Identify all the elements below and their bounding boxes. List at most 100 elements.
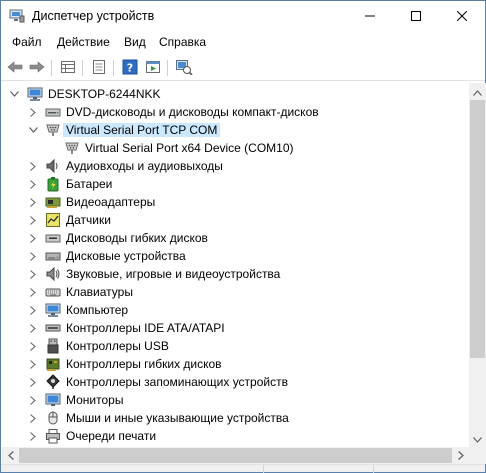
- minimize-button[interactable]: [347, 1, 393, 31]
- tree-item-label: Дисководы гибких дисков: [66, 231, 208, 245]
- tree-item-label: Клавиатуры: [66, 285, 133, 299]
- tree-item-dvd[interactable]: DVD-дисководы и дисководы компакт-дисков: [2, 103, 469, 121]
- back-button[interactable]: [5, 58, 25, 78]
- tree-item-storage-controllers[interactable]: Контроллеры запоминающих устройств: [2, 373, 469, 391]
- dvd-drive-icon: [45, 104, 61, 120]
- expand-arrow-icon[interactable]: [27, 231, 39, 245]
- forward-button[interactable]: [27, 58, 47, 78]
- tree-item-label: Контроллеры USB: [66, 339, 169, 353]
- device-tree[interactable]: DESKTOP-6244NKK DVD-дисководы и дисковод…: [2, 83, 469, 447]
- tree-root-label: DESKTOP-6244NKK: [48, 87, 161, 101]
- tree-item-label: DVD-дисководы и дисководы компакт-дисков: [66, 105, 319, 119]
- expand-arrow-icon[interactable]: [27, 339, 39, 353]
- show-hidden-button[interactable]: [89, 58, 109, 78]
- help-button[interactable]: ?: [120, 58, 140, 78]
- serial-port-icon: [45, 122, 61, 138]
- tree-item-print-queues[interactable]: Очереди печати: [2, 427, 469, 445]
- scroll-up-button[interactable]: [469, 83, 486, 100]
- computer-icon: [27, 86, 43, 102]
- expand-arrow-icon[interactable]: [27, 429, 39, 443]
- expand-arrow-icon[interactable]: [27, 393, 39, 407]
- tree-item-label: Virtual Serial Port x64 Device (COM10): [85, 141, 294, 155]
- expand-arrow-icon[interactable]: [27, 375, 39, 389]
- run-button[interactable]: [143, 58, 163, 78]
- horizontal-scrollbar[interactable]: [2, 447, 469, 464]
- menu-help[interactable]: Справка: [159, 35, 206, 49]
- tree-item-label: Дисковые устройства: [66, 249, 186, 263]
- close-button[interactable]: [439, 1, 485, 31]
- scrollbar-thumb[interactable]: [470, 100, 485, 358]
- expand-arrow-icon[interactable]: [27, 105, 39, 119]
- status-divider: [263, 465, 264, 473]
- toolbar-separator: [51, 60, 52, 76]
- properties-grid-icon: [60, 59, 76, 78]
- menu-action[interactable]: Действие: [57, 35, 110, 49]
- tree-item-label: Очереди печати: [66, 429, 157, 443]
- scroll-down-button[interactable]: [469, 430, 486, 447]
- scrollbar-thumb[interactable]: [19, 448, 452, 463]
- tree-item-display-adapters[interactable]: Видеоадаптеры: [2, 193, 469, 211]
- tree-item-batteries[interactable]: Батареи: [2, 175, 469, 193]
- battery-icon: [45, 176, 61, 192]
- tree-item-computer[interactable]: Компьютер: [2, 301, 469, 319]
- expand-arrow-icon[interactable]: [27, 411, 39, 425]
- vertical-scrollbar[interactable]: [469, 83, 486, 447]
- scroll-right-button[interactable]: [452, 447, 469, 464]
- tree-item-label: Видеоадаптеры: [66, 195, 156, 209]
- show-hidden-icon: [91, 59, 107, 78]
- tree-item-usb-controllers[interactable]: Контроллеры USB: [2, 337, 469, 355]
- printer-icon: [45, 428, 61, 444]
- tree-root[interactable]: DESKTOP-6244NKK: [2, 85, 469, 103]
- expand-arrow-icon[interactable]: [27, 177, 39, 191]
- title-bar[interactable]: Диспетчер устройств: [1, 1, 485, 31]
- tree-item-label: Мыши и иные указывающие устройства: [66, 411, 289, 425]
- tree-item-mice[interactable]: Мыши и иные указывающие устройства: [2, 409, 469, 427]
- floppy-drive-icon: [45, 230, 61, 246]
- chevron-up-icon: [473, 85, 482, 99]
- properties-grid-button[interactable]: [58, 58, 78, 78]
- tree-item-sensors[interactable]: Датчики: [2, 211, 469, 229]
- expand-arrow-icon[interactable]: [27, 267, 39, 281]
- menu-bar: Файл Действие Вид Справка: [1, 32, 485, 52]
- menu-view[interactable]: Вид: [124, 35, 146, 49]
- tree-item-sound-devices[interactable]: Звуковые, игровые и видеоустройства: [2, 265, 469, 283]
- usb-icon: [45, 338, 61, 354]
- expand-arrow-icon[interactable]: [27, 357, 39, 371]
- tree-item-label: Контроллеры IDE ATA/ATAPI: [66, 321, 225, 335]
- svg-text:?: ?: [127, 61, 133, 74]
- status-divider: [373, 465, 374, 473]
- expand-arrow-icon[interactable]: [27, 195, 39, 209]
- tree-item-floppy-controllers[interactable]: Контроллеры гибких дисков: [2, 355, 469, 373]
- tree-item-disk-drives[interactable]: Дисковые устройства: [2, 247, 469, 265]
- tree-item-label: Аудиовходы и аудиовыходы: [66, 159, 223, 173]
- tree-item-ide-controllers[interactable]: Контроллеры IDE ATA/ATAPI: [2, 319, 469, 337]
- scan-hardware-button[interactable]: [174, 58, 194, 78]
- expand-arrow-icon[interactable]: [27, 213, 39, 227]
- computer-icon: [45, 302, 61, 318]
- tree-item-floppy-drives[interactable]: Дисководы гибких дисков: [2, 229, 469, 247]
- tree-item-audio-io[interactable]: Аудиовходы и аудиовыходы: [2, 157, 469, 175]
- tree-item-com10-device[interactable]: Virtual Serial Port x64 Device (COM10): [2, 139, 469, 157]
- scan-hardware-icon: [175, 59, 193, 78]
- tree-item-virtual-serial-port[interactable]: Virtual Serial Port TCP COM: [2, 121, 469, 139]
- expand-arrow-icon[interactable]: [27, 321, 39, 335]
- device-manager-window: Диспетчер устройств Файл Действие Вид Сп…: [0, 0, 486, 473]
- disk-drive-icon: [45, 248, 61, 264]
- tree-item-monitors[interactable]: Мониторы: [2, 391, 469, 409]
- tree-item-label: Мониторы: [66, 393, 124, 407]
- chevron-left-icon: [7, 449, 14, 463]
- expand-arrow-icon[interactable]: [27, 159, 39, 173]
- expand-arrow-icon[interactable]: [27, 285, 39, 299]
- menu-file[interactable]: Файл: [12, 35, 42, 49]
- maximize-button[interactable]: [393, 1, 439, 31]
- run-icon: [145, 59, 161, 78]
- mouse-icon: [45, 410, 61, 426]
- tree-item-keyboards[interactable]: Клавиатуры: [2, 283, 469, 301]
- expand-arrow-icon[interactable]: [27, 303, 39, 317]
- collapse-arrow-icon[interactable]: [27, 123, 39, 137]
- tree-item-label: Звуковые, игровые и видеоустройства: [66, 267, 281, 281]
- scroll-left-button[interactable]: [2, 447, 19, 464]
- expand-arrow-icon[interactable]: [27, 249, 39, 263]
- collapse-arrow-icon[interactable]: [8, 87, 20, 101]
- toolbar-separator: [167, 60, 168, 76]
